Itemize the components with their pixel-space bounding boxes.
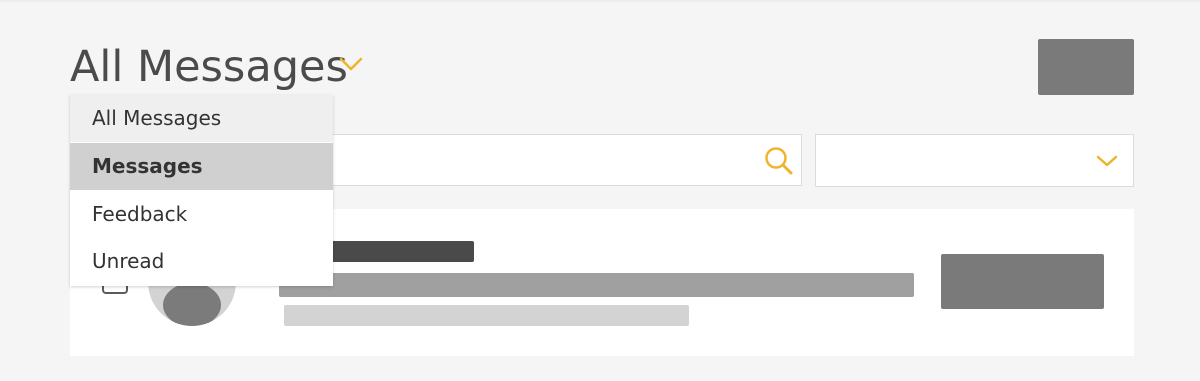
dropdown-item-all-messages[interactable]: All Messages	[70, 95, 333, 142]
dropdown-item-messages[interactable]: Messages	[70, 143, 333, 190]
dropdown-item-unread[interactable]: Unread	[70, 238, 333, 285]
row-action-button[interactable]	[941, 254, 1104, 309]
message-subject-placeholder	[279, 273, 914, 297]
chevron-down-icon[interactable]	[1096, 153, 1118, 169]
header-action-button[interactable]	[1038, 39, 1134, 95]
avatar-silhouette	[163, 283, 221, 326]
chevron-down-icon[interactable]	[338, 55, 364, 73]
search-icon[interactable]	[764, 146, 794, 176]
filter-select[interactable]	[815, 134, 1134, 187]
message-preview-placeholder	[284, 305, 689, 326]
top-strip	[0, 0, 1200, 2]
dropdown-item-feedback[interactable]: Feedback	[70, 191, 333, 238]
filter-dropdown-menu: All Messages Messages Feedback Unread	[70, 95, 333, 286]
page-title[interactable]: All Messages	[70, 39, 348, 95]
